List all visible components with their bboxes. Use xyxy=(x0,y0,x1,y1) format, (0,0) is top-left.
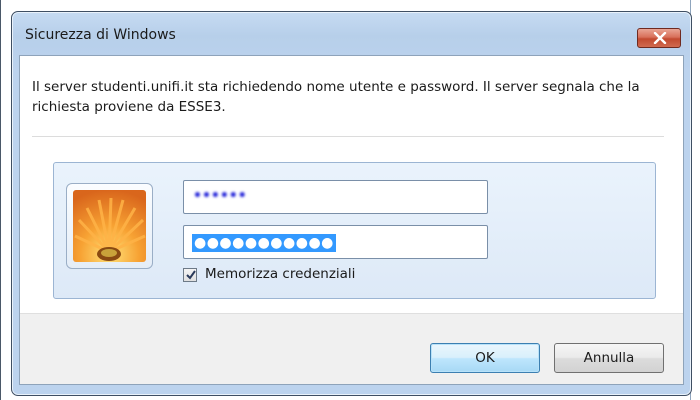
remember-checkbox[interactable] xyxy=(183,268,197,282)
close-button[interactable] xyxy=(637,28,681,48)
flower-avatar-icon xyxy=(73,190,146,262)
password-field[interactable]: ●●●●●●●●●●● xyxy=(183,225,488,259)
dialog-message: Il server studenti.unifi.it sta richiede… xyxy=(32,79,640,115)
username-field[interactable]: •••••• xyxy=(183,180,488,214)
cancel-button[interactable]: Annulla xyxy=(554,343,664,373)
checkmark-icon xyxy=(186,270,196,280)
username-value: •••••• xyxy=(193,188,247,204)
dialog-title: Sicurezza di Windows xyxy=(25,27,176,43)
password-value: ●●●●●●●●●●● xyxy=(192,234,336,252)
background-edge xyxy=(0,0,1,400)
remember-label: Memorizza credenziali xyxy=(205,266,356,282)
close-icon xyxy=(653,32,667,44)
separator xyxy=(32,136,664,137)
ok-button[interactable]: OK xyxy=(430,343,540,373)
avatar xyxy=(66,183,153,269)
